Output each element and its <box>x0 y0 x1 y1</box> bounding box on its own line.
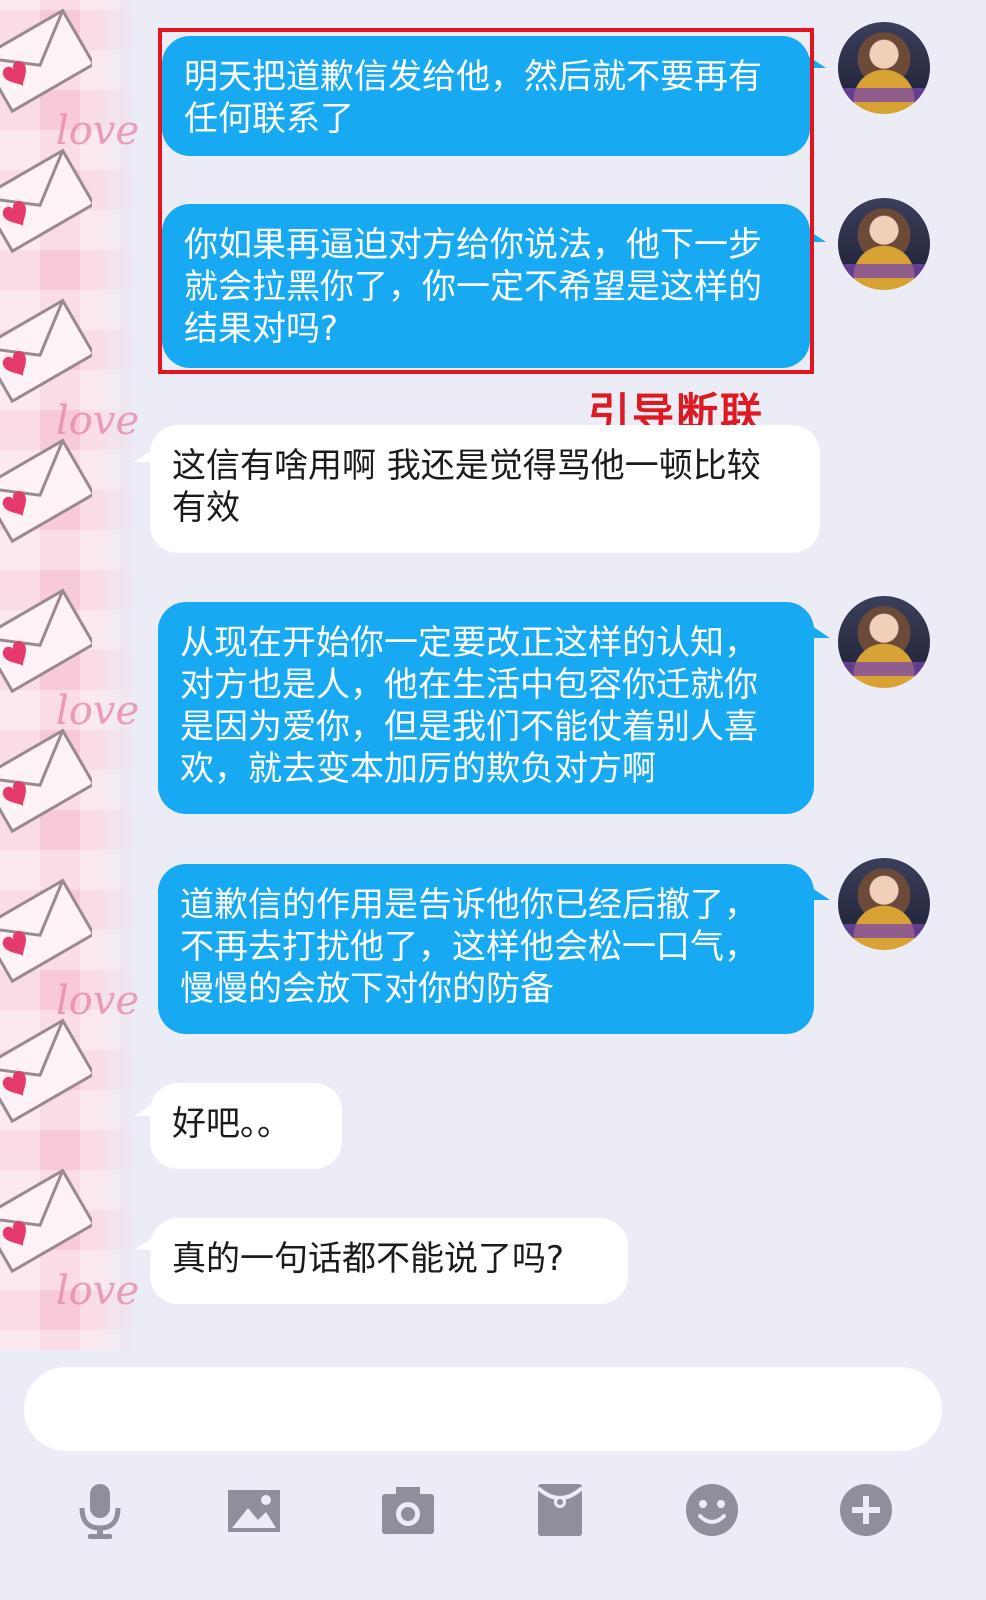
highlight-box <box>158 28 814 374</box>
message-line: 有效 <box>172 488 240 528</box>
message-line: 从现在开始你一定要改正这样的认知， <box>180 623 758 663</box>
message-line: 真的一句话都不能说了吗? <box>172 1239 565 1279</box>
message-line: 慢慢的会放下对你的防备 <box>180 969 554 1009</box>
message-bubble-outgoing[interactable]: 道歉信的作用是告诉他你已经后撤了， 不再去打扰他了，这样他会松一口气， 慢慢的会… <box>158 864 814 1034</box>
envelope-icon <box>0 1168 92 1274</box>
envelope-icon <box>0 588 92 694</box>
camera-icon[interactable] <box>376 1478 440 1542</box>
red-packet-icon[interactable] <box>528 1478 592 1542</box>
emoji-icon[interactable] <box>680 1478 744 1542</box>
message-bubble-outgoing[interactable]: 从现在开始你一定要改正这样的认知， 对方也是人，他在生活中包容你迁就你 是因为爱… <box>158 602 814 814</box>
message-bubble-incoming[interactable]: 好吧。。 <box>150 1083 342 1169</box>
contact-avatar[interactable] <box>838 22 930 114</box>
bubble-tail <box>812 626 830 638</box>
message-line: 这信有啥用啊 我还是觉得骂他一顿比较 <box>172 446 761 486</box>
contact-avatar[interactable] <box>838 198 930 290</box>
bubble-tail <box>134 1104 152 1116</box>
message-line: 欢，就去变本加厉的欺负对方啊 <box>180 749 656 789</box>
microphone-icon[interactable] <box>68 1478 132 1542</box>
message-input[interactable] <box>24 1367 942 1451</box>
message-line: 是因为爱你，但是我们不能仗着别人喜 <box>180 707 758 747</box>
envelope-icon <box>0 298 92 404</box>
envelope-icon <box>0 728 92 834</box>
message-line: 不再去打扰他了，这样他会松一口气， <box>180 927 758 967</box>
envelope-icon <box>0 148 92 254</box>
plus-icon[interactable] <box>834 1478 898 1542</box>
bubble-tail <box>134 1238 152 1250</box>
love-wallpaper-text: love <box>56 1268 140 1314</box>
envelope-icon <box>0 878 92 984</box>
image-icon[interactable] <box>222 1478 286 1542</box>
bubble-tail <box>134 450 152 462</box>
envelope-icon <box>0 1018 92 1124</box>
message-line: 对方也是人，他在生活中包容你迁就你 <box>180 665 758 705</box>
message-line: 道歉信的作用是告诉他你已经后撤了， <box>180 885 758 925</box>
message-bubble-incoming[interactable]: 这信有啥用啊 我还是觉得骂他一顿比较 有效 <box>150 425 820 553</box>
contact-avatar[interactable] <box>838 858 930 950</box>
envelope-icon <box>0 8 92 114</box>
bubble-tail <box>812 888 830 900</box>
contact-avatar[interactable] <box>838 596 930 688</box>
message-line: 好吧。。 <box>172 1104 291 1144</box>
envelope-icon <box>0 438 92 544</box>
message-bubble-incoming[interactable]: 真的一句话都不能说了吗? <box>150 1218 628 1304</box>
